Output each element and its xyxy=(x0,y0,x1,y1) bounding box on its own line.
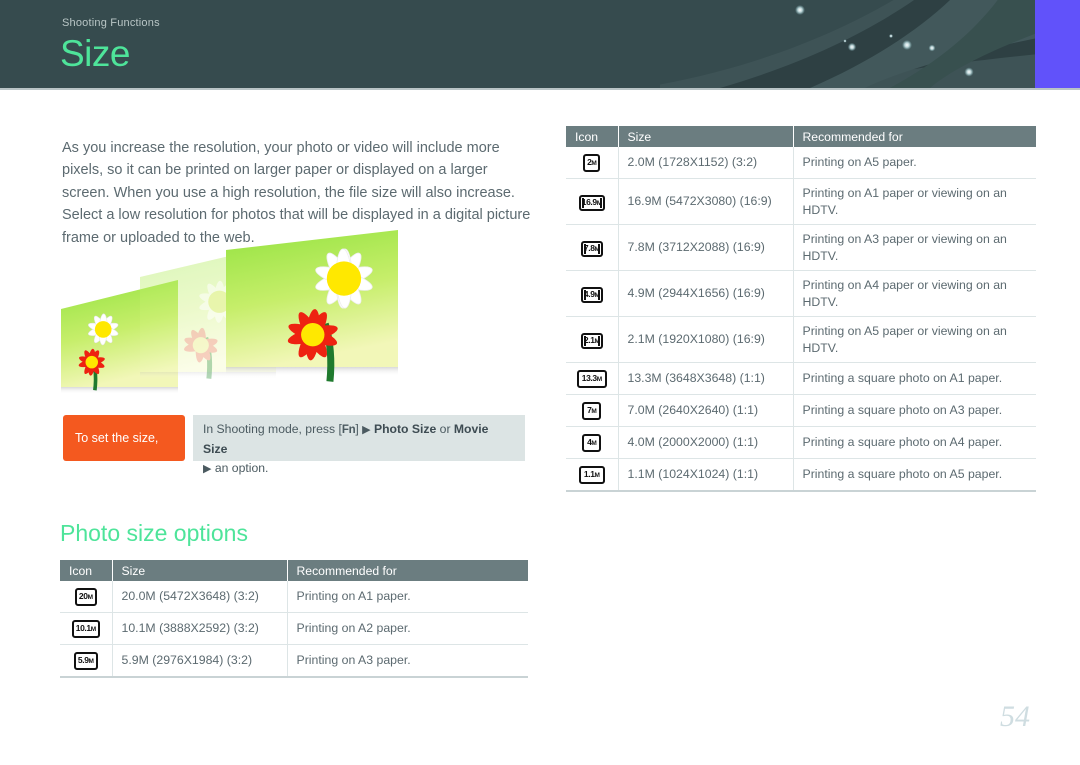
size-cell: 7.0M (2640X2640) (1:1) xyxy=(618,394,794,427)
page-number: 54 xyxy=(1000,700,1030,733)
size-icon-cell: 10.1M xyxy=(60,612,113,645)
callout-text-prefix: In Shooting mode, press [ xyxy=(203,422,342,436)
resolution-badge-icon: 7M xyxy=(582,402,602,420)
resolution-badge-icon: 20M xyxy=(74,588,97,606)
callout-tag-label: To set the size, xyxy=(63,415,185,461)
callout-conjunction: or xyxy=(436,422,454,436)
table-row: 16.9M 16.9M (5472X3080) (16:9) Printing on… xyxy=(566,178,1036,225)
column-header-recommended: Recommended for xyxy=(793,126,1036,147)
size-cell: 4.0M (2000X2000) (1:1) xyxy=(618,426,794,459)
size-cell: 7.8M (3712X2088) (16:9) xyxy=(618,224,794,271)
resolution-badge-icon: 13.3M xyxy=(576,370,607,388)
resolution-badge-icon: 2.1M xyxy=(580,332,603,349)
size-cell: 2.0M (1728X1152) (3:2) xyxy=(618,147,794,179)
table-row: 4.9M 4.9M (2944X1656) (16:9) Printing on A… xyxy=(566,270,1036,317)
recommended-cell: Printing on A5 paper or viewing on an HD… xyxy=(793,316,1036,363)
table-row: 13.3M 13.3M (3648X3648) (1:1) Printing a s… xyxy=(566,362,1036,395)
column-header-recommended: Recommended for xyxy=(287,560,528,581)
callout-instruction: In Shooting mode, press [Fn] ▶ Photo Siz… xyxy=(193,415,525,475)
photo-size-table-left: Icon Size Recommended for 20M 20.0M (5472… xyxy=(60,560,528,678)
page-header: Shooting Functions Size xyxy=(0,0,1080,88)
table-row: 20M 20.0M (5472X3648) (3:2) Printing on A1… xyxy=(60,581,528,613)
size-icon-cell: 7M xyxy=(566,394,619,427)
recommended-cell: Printing on A2 paper. xyxy=(287,612,528,645)
header-decorative-swoosh xyxy=(660,0,1080,88)
arrow-right-icon: ▶ xyxy=(362,424,371,436)
fn-key-label: Fn xyxy=(341,424,356,436)
breadcrumb-kicker: Shooting Functions xyxy=(62,17,160,29)
size-cell: 10.1M (3888X2592) (3:2) xyxy=(112,612,288,645)
table-row: 1.1M 1.1M (1024X1024) (1:1) Printing a squ… xyxy=(566,458,1036,492)
resolution-badge-icon: 10.1M xyxy=(71,620,100,638)
table-body-left: 20M 20.0M (5472X3648) (3:2) Printing on A1… xyxy=(60,581,528,678)
size-icon-cell: 16.9M xyxy=(566,178,619,225)
column-header-size: Size xyxy=(112,560,288,581)
callout-text-suffix: an option. xyxy=(211,461,269,475)
table-header-row: Icon Size Recommended for xyxy=(566,126,1036,147)
section-heading-photo-size-options: Photo size options xyxy=(60,520,248,546)
table-row: 10.1M 10.1M (3888X2592) (3:2) Printing on … xyxy=(60,612,528,645)
size-icon-cell: 2.1M xyxy=(566,316,619,363)
size-icon-cell: 20M xyxy=(60,581,113,613)
size-cell: 16.9M (5472X3080) (16:9) xyxy=(618,178,794,225)
size-cell: 20.0M (5472X3648) (3:2) xyxy=(112,581,288,613)
size-cell: 5.9M (2976X1984) (3:2) xyxy=(112,644,288,678)
resolution-badge-icon: 5.9M xyxy=(73,652,98,670)
size-icon-cell: 2M xyxy=(566,147,619,179)
size-cell: 13.3M (3648X3648) (1:1) xyxy=(618,362,794,395)
set-size-callout: To set the size, In Shooting mode, press… xyxy=(63,415,525,475)
resolution-badge-icon: 16.9M xyxy=(578,194,605,211)
size-icon-cell: 5.9M xyxy=(60,644,113,678)
resolution-badge-icon: 1.1M xyxy=(578,466,605,484)
size-icon-cell: 4M xyxy=(566,426,619,459)
table-row: 7M 7.0M (2640X2640) (1:1) Printing a squar… xyxy=(566,394,1036,427)
table-row: 2.1M 2.1M (1920X1080) (16:9) Printing on A… xyxy=(566,316,1036,363)
option-photo-size: Photo Size xyxy=(373,422,437,436)
table-header-row: Icon Size Recommended for xyxy=(60,560,528,581)
column-header-icon: Icon xyxy=(566,126,619,147)
photo-size-illustration xyxy=(61,230,398,394)
table-row: 5.9M 5.9M (2976X1984) (3:2) Printing on A3… xyxy=(60,644,528,678)
recommended-cell: Printing on A3 paper or viewing on an HD… xyxy=(793,224,1036,271)
recommended-cell: Printing on A1 paper or viewing on an HD… xyxy=(793,178,1036,225)
resolution-badge-icon: 2M xyxy=(583,154,601,172)
recommended-cell: Printing a square photo on A4 paper. xyxy=(793,426,1036,459)
recommended-cell: Printing on A5 paper. xyxy=(793,147,1036,179)
recommended-cell: Printing on A3 paper. xyxy=(287,644,528,678)
header-divider xyxy=(0,88,1080,90)
recommended-cell: Printing a square photo on A1 paper. xyxy=(793,362,1036,395)
recommended-cell: Printing on A1 paper. xyxy=(287,581,528,613)
size-icon-cell: 7.8M xyxy=(566,224,619,271)
table-row: 2M 2.0M (1728X1152) (3:2) Printing on A5 p… xyxy=(566,147,1036,179)
size-icon-cell: 13.3M xyxy=(566,362,619,395)
size-cell: 1.1M (1024X1024) (1:1) xyxy=(618,458,794,492)
size-cell: 2.1M (1920X1080) (16:9) xyxy=(618,316,794,363)
size-cell: 4.9M (2944X1656) (16:9) xyxy=(618,270,794,317)
page-title: Size xyxy=(60,33,130,74)
resolution-badge-icon: 4.9M xyxy=(580,286,603,303)
column-header-size: Size xyxy=(618,126,794,147)
recommended-cell: Printing on A4 paper or viewing on an HD… xyxy=(793,270,1036,317)
resolution-badge-icon: 7.8M xyxy=(580,240,603,257)
column-header-icon: Icon xyxy=(60,560,113,581)
size-icon-cell: 1.1M xyxy=(566,458,619,492)
table-row: 7.8M 7.8M (3712X2088) (16:9) Printing on A… xyxy=(566,224,1036,271)
recommended-cell: Printing a square photo on A3 paper. xyxy=(793,394,1036,427)
resolution-badge-icon: 4M xyxy=(582,434,602,452)
size-icon-cell: 4.9M xyxy=(566,270,619,317)
photo-size-table-right: Icon Size Recommended for 2M 2.0M (1728X1… xyxy=(566,126,1036,492)
table-row: 4M 4.0M (2000X2000) (1:1) Printing a squar… xyxy=(566,426,1036,459)
photo-panel-large xyxy=(226,230,398,382)
header-accent-block xyxy=(1035,0,1080,88)
recommended-cell: Printing a square photo on A5 paper. xyxy=(793,458,1036,492)
table-body-right: 2M 2.0M (1728X1152) (3:2) Printing on A5 p… xyxy=(566,147,1036,492)
